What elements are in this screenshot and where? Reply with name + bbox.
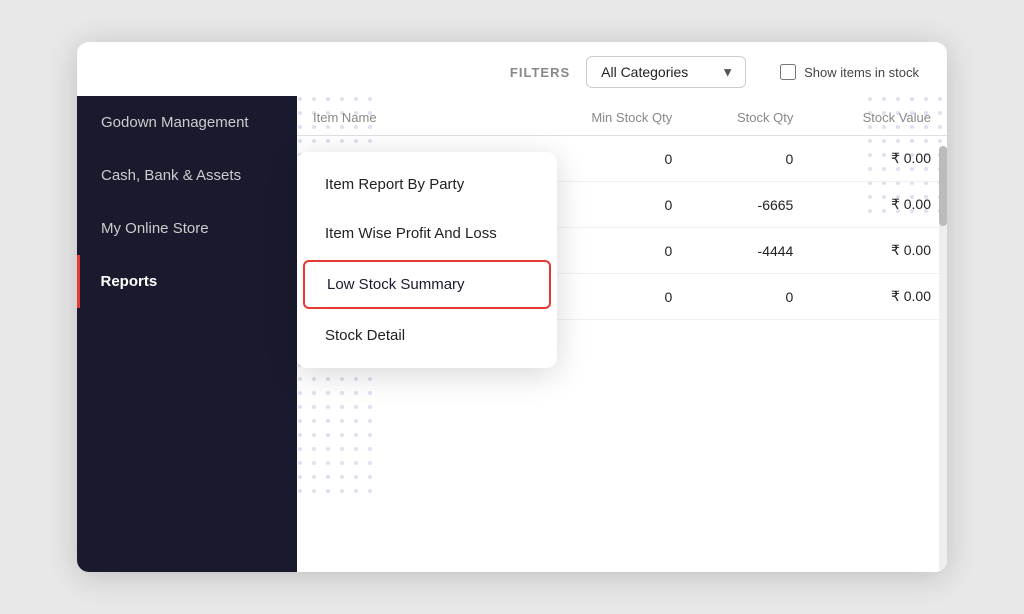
sidebar-item-store[interactable]: My Online Store <box>77 202 297 255</box>
sidebar-item-reports[interactable]: Reports <box>77 255 297 308</box>
app-window: FILTERS All Categories Medicine General … <box>77 42 947 572</box>
filters-label: FILTERS <box>510 65 570 80</box>
show-items-checkbox[interactable] <box>780 64 796 80</box>
sidebar-item-godown[interactable]: Godown Management <box>77 96 297 149</box>
col-stock-value: Stock Value <box>809 96 947 136</box>
category-dropdown[interactable]: All Categories Medicine General <box>586 56 746 88</box>
category-dropdown-wrap[interactable]: All Categories Medicine General ▼ <box>586 56 746 88</box>
col-stock-qty: Stock Qty <box>688 96 809 136</box>
cell-stock-value: ₹ 0.00 <box>809 136 947 182</box>
col-item-name: Item Name <box>297 96 534 136</box>
submenu-item-item-wise-profit[interactable]: Item Wise Profit And Loss <box>297 209 557 258</box>
sidebar: Godown Management Cash, Bank & Assets My… <box>77 96 297 572</box>
submenu-item-stock-detail[interactable]: Stock Detail <box>297 311 557 360</box>
cell-stock-value: ₹ 0.00 <box>809 274 947 320</box>
scrollbar-thumb[interactable] <box>939 146 947 226</box>
submenu-item-item-report-party[interactable]: Item Report By Party <box>297 160 557 209</box>
col-min-stock-qty: Min Stock Qty <box>534 96 689 136</box>
cell-stock-qty: 0 <box>688 274 809 320</box>
top-bar: FILTERS All Categories Medicine General … <box>77 42 947 96</box>
submenu-item-low-stock-summary[interactable]: Low Stock Summary <box>303 260 551 309</box>
cell-stock-qty: -4444 <box>688 228 809 274</box>
table-header-row: Item Name Min Stock Qty Stock Qty Stock … <box>297 96 947 136</box>
cell-stock-value: ₹ 0.00 <box>809 182 947 228</box>
show-items-label[interactable]: Show items in stock <box>780 64 919 80</box>
sidebar-item-cash[interactable]: Cash, Bank & Assets <box>77 149 297 202</box>
show-items-text: Show items in stock <box>804 65 919 80</box>
main-area: Godown Management Cash, Bank & Assets My… <box>77 96 947 572</box>
scrollbar-track[interactable] <box>939 146 947 572</box>
cell-stock-qty: -6665 <box>688 182 809 228</box>
submenu-dropdown: Item Report By Party Item Wise Profit An… <box>297 152 557 368</box>
cell-stock-value: ₹ 0.00 <box>809 228 947 274</box>
cell-stock-qty: 0 <box>688 136 809 182</box>
